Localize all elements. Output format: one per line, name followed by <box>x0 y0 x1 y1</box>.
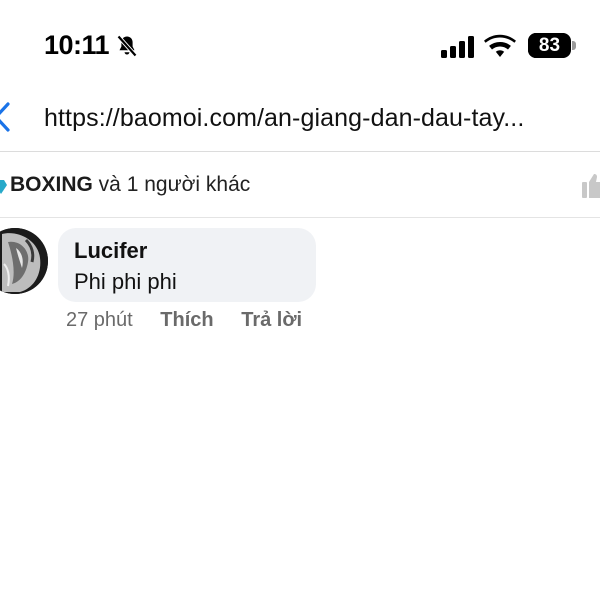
reactions-summary[interactable]: BOXING và 1 người khác <box>0 153 600 218</box>
url-bar: https://baomoi.com/an-giang-dan-dau-tay.… <box>0 92 600 152</box>
url-text[interactable]: https://baomoi.com/an-giang-dan-dau-tay.… <box>44 104 524 133</box>
avatar-image <box>0 228 48 294</box>
battery-body: 83 <box>528 33 571 58</box>
status-time: 10:11 <box>44 30 110 60</box>
bell-slash-icon <box>117 35 137 57</box>
reply-button[interactable]: Trả lời <box>241 309 302 332</box>
battery-icon: 83 <box>528 33 576 58</box>
reaction-others[interactable]: và 1 người khác <box>93 173 251 196</box>
reaction-user-name[interactable]: BOXING <box>10 173 93 196</box>
chevron-left-icon[interactable] <box>0 102 10 132</box>
battery-cap <box>572 41 576 50</box>
comment-author[interactable]: Lucifer <box>74 238 147 264</box>
reaction-icon <box>0 180 7 194</box>
comment-text: Phi phi phi <box>74 269 177 294</box>
thumbs-up-icon[interactable] <box>582 172 600 198</box>
status-bar: 10:11 83 <box>0 0 600 92</box>
comment-actions: 27 phút Thích Trả lời <box>66 309 302 332</box>
avatar[interactable] <box>0 228 48 294</box>
signal-icon <box>441 36 474 58</box>
wifi-icon <box>484 34 516 57</box>
battery-level: 83 <box>538 35 561 56</box>
comment-bubble: Lucifer Phi phi phi <box>58 228 316 302</box>
comment-time: 27 phút <box>66 309 133 331</box>
like-button[interactable]: Thích <box>160 309 213 332</box>
reactions-text: BOXING và 1 người khác <box>10 173 250 197</box>
